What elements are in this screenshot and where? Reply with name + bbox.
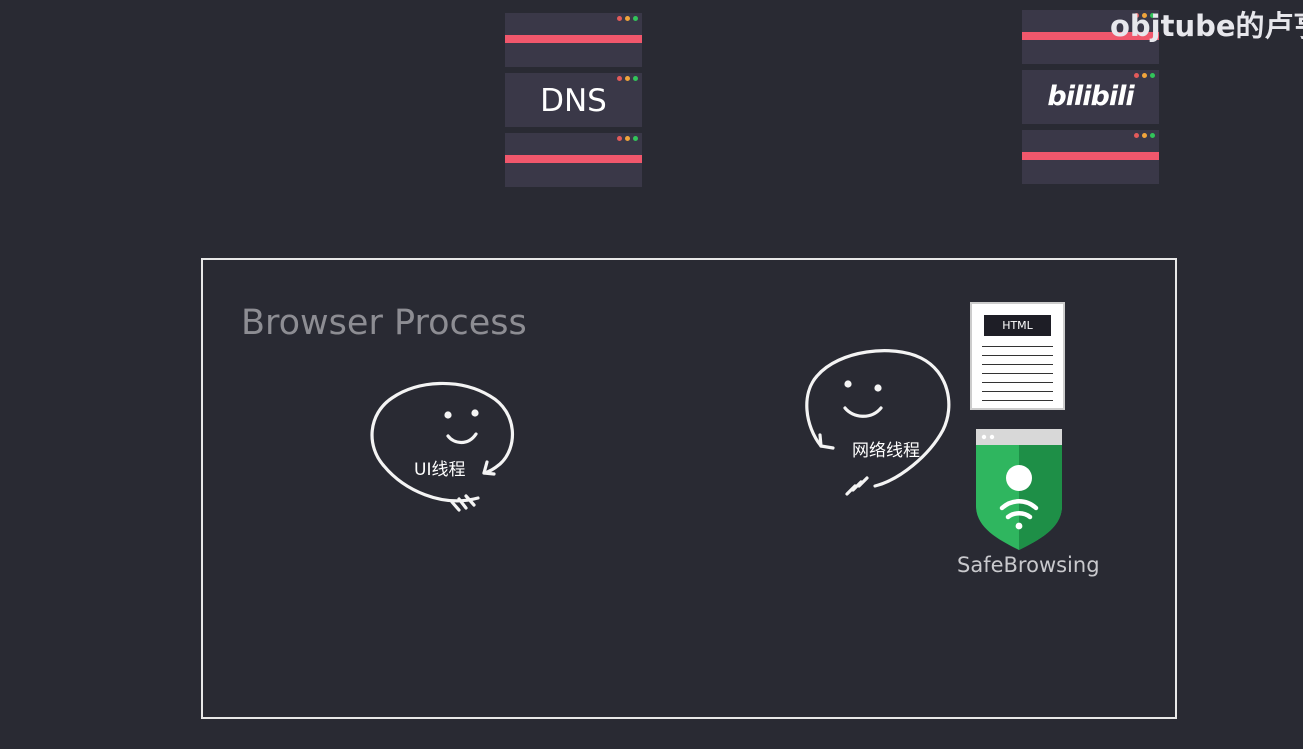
status-dots-icon: [617, 76, 638, 81]
safebrowsing-label: SafeBrowsing: [957, 553, 1100, 577]
ui-thread-label: UI线程: [414, 460, 466, 480]
dns-server-unit-top: [505, 13, 642, 67]
bilibili-server-unit-bottom: [1022, 130, 1159, 184]
dns-server-unit-label: DNS: [505, 73, 642, 127]
bilibili-logo: bilibili: [1047, 81, 1134, 112]
safebrowsing-shield-icon: [976, 429, 1062, 550]
bilibili-server-unit-logo: bilibili: [1022, 70, 1159, 124]
status-dots-icon: [617, 16, 638, 21]
browser-process-title: Browser Process: [241, 303, 527, 343]
status-dots-icon: [1134, 73, 1155, 78]
dns-server-unit-bottom: [505, 133, 642, 187]
status-dots-icon: [1134, 133, 1155, 138]
watermark: objtube的卢亨: [1110, 9, 1303, 43]
ui-thread-smiley-icon: [370, 381, 514, 512]
html-document-icon: HTML: [970, 302, 1065, 410]
dns-label: DNS: [540, 83, 607, 119]
html-tag-label: HTML: [984, 315, 1051, 336]
network-thread-smiley-icon: [805, 349, 951, 496]
network-thread-label: 网络线程: [852, 441, 920, 461]
status-dots-icon: [617, 136, 638, 141]
